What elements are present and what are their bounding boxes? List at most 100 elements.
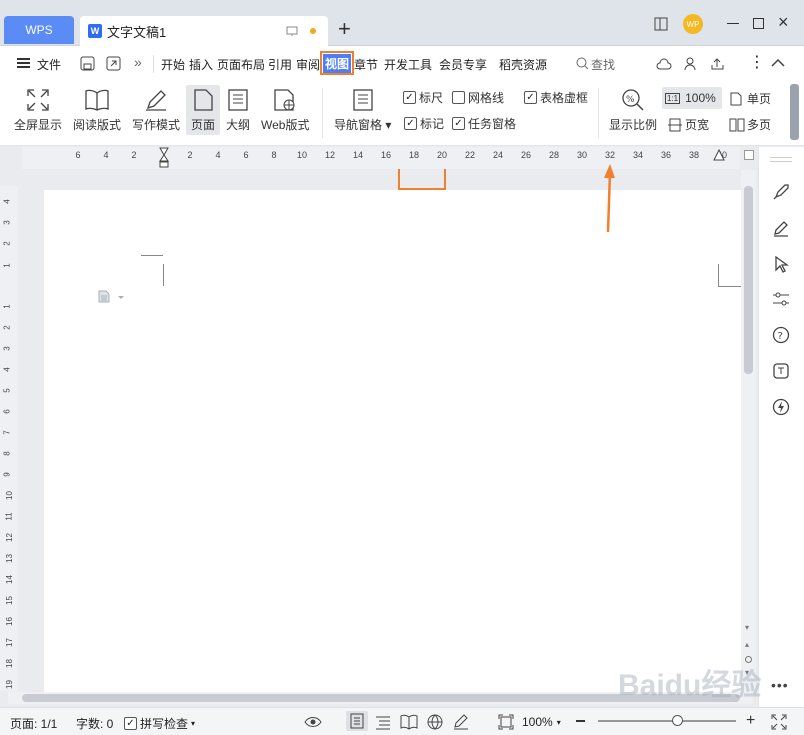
minimize-icon[interactable] [727,23,739,24]
close-icon[interactable]: × [778,12,789,33]
right-indent-marker[interactable] [712,148,726,169]
ribbon-scroll-handle[interactable] [790,84,799,140]
horizontal-ruler[interactable]: 642246810121416182022242628303234363840 [22,147,740,169]
multi-page-button[interactable]: 多页 [729,116,771,133]
zoom-ratio-button[interactable]: % 显示比例 [609,88,657,133]
translate-icon[interactable] [772,362,790,380]
markup-checkbox[interactable]: ✓ 标记 [404,115,444,132]
indent-marker[interactable] [159,147,169,169]
zoom-slider-track[interactable] [598,720,736,722]
document-tab[interactable]: W 文字文稿1 [80,16,328,46]
scroll-down-icon[interactable]: ▾ [745,623,749,632]
search-icon[interactable] [576,57,589,70]
page-count[interactable]: 页面: 1/1 [10,715,57,732]
writing-mode-button[interactable]: 写作模式 [132,88,180,133]
edit-pen-icon[interactable] [772,219,790,237]
menu-chapter[interactable]: 章节 [354,56,378,73]
fit-window-icon[interactable] [498,714,514,730]
page-width-button[interactable]: 页宽 [668,116,709,133]
page-view-button[interactable]: 页面 [186,85,220,135]
navigation-pane-button[interactable]: 导航窗格 ▾ [334,88,391,133]
zoom-dropdown[interactable]: 100% ▾ [522,715,561,729]
wps-tab-label: WPS [25,23,53,37]
panel-more-icon[interactable]: ••• [771,677,789,693]
share-user-icon[interactable] [684,57,699,71]
vertical-ruler-tick: 9 [2,472,12,477]
monitor-icon[interactable] [286,26,298,37]
pen-icon [146,90,166,111]
layout-icon[interactable] [654,17,668,31]
hamburger-icon[interactable] [17,58,30,68]
new-tab-plus-icon[interactable]: + [338,16,351,42]
menu-page-layout[interactable]: 页面布局 [217,56,265,73]
ruler-toggle-icon[interactable] [744,150,754,160]
single-page-button[interactable]: 单页 [729,90,771,107]
zoom-100-button[interactable]: 1:1 100% [662,87,722,109]
writing-view-pen-icon[interactable] [453,714,469,730]
menu-insert[interactable]: 插入 [189,56,213,73]
web-layout-button[interactable]: Web版式 [261,88,309,133]
vertical-ruler-tick: 12 [4,533,14,542]
avatar[interactable]: WP [683,14,703,34]
export-icon[interactable] [106,56,121,71]
ruler-checkbox[interactable]: ✓ 标尺 [403,89,443,106]
cursor-select-icon[interactable] [772,255,790,273]
vertical-ruler-tick: 2 [2,325,12,330]
table-gridlines-checkbox[interactable]: ✓ 表格虚框 [524,89,588,106]
menu-references[interactable]: 引用 [268,56,292,73]
ruler-checkbox-highlight [398,166,446,190]
paragraph-layout-icon[interactable] [98,290,126,304]
cloud-sync-icon[interactable] [656,57,672,71]
fullscreen-button[interactable]: 全屏显示 [14,88,62,133]
more-options-icon[interactable]: ⋮ [749,52,765,72]
vertical-ruler-tick: 8 [2,451,12,456]
ruler-tick: 14 [352,150,364,160]
collapse-ribbon-icon[interactable] [771,58,785,68]
share-icon[interactable] [710,57,725,71]
spell-check-toggle[interactable]: ✓ 拼写检查 ▾ [124,715,195,732]
prev-page-icon[interactable]: ▴ [745,640,749,649]
reading-view-icon[interactable] [400,714,418,730]
vertical-scroll-thumb[interactable] [744,186,753,374]
web-view-globe-icon[interactable] [427,714,443,730]
tab-view[interactable]: 视图 [320,51,354,75]
menu-file[interactable]: 文件 [37,56,61,73]
svg-text:%: % [626,95,635,105]
lightning-icon[interactable] [772,398,790,416]
wps-home-tab[interactable]: WPS [4,16,74,44]
document-page[interactable] [44,190,742,692]
zoom-in-icon[interactable]: + [746,713,755,729]
word-count[interactable]: 字数: 0 [76,715,113,732]
vertical-ruler-tick: 6 [2,409,12,414]
search-label[interactable]: 查找 [591,56,615,73]
gridlines-checkbox[interactable]: 网格线 [452,89,504,106]
rocket-icon[interactable] [772,183,790,201]
vertical-ruler-tick: 14 [4,575,14,584]
margin-corner-top-right-h [718,286,742,287]
outline-view-icon[interactable] [375,714,391,730]
menu-member[interactable]: 会员专享 [439,56,487,73]
ruler-tick: 32 [604,150,616,160]
zoom-slider-knob[interactable] [672,715,684,726]
outline-button[interactable]: 大纲 [226,88,250,133]
eye-protection-icon[interactable] [304,716,322,728]
vertical-ruler[interactable]: 4 3 2 1 1 2 3 4 5 6 7 8 9 10 11 12 13 14 15 16 17 18 19 [0,186,18,691]
menu-review[interactable]: 审阅 [296,56,320,73]
markup-check-box: ✓ [404,117,417,130]
help-icon[interactable]: ? [772,326,790,344]
task-pane-check-box: ✓ [452,117,465,130]
zoom-out-icon[interactable] [576,720,585,722]
adjust-sliders-icon[interactable] [772,290,790,308]
menu-docer[interactable]: 稻壳资源 [499,56,547,73]
task-pane-checkbox[interactable]: ✓ 任务窗格 [452,115,516,132]
maximize-icon[interactable] [753,18,764,29]
fullscreen-status-icon[interactable] [771,714,787,730]
reading-layout-button[interactable]: 阅读版式 [73,88,121,133]
ruler-tick: 24 [492,150,504,160]
more-chevron-icon[interactable]: » [134,54,142,70]
page-view-status-button[interactable] [346,711,368,731]
save-icon[interactable] [80,56,95,71]
menu-developer[interactable]: 开发工具 [384,56,432,73]
menu-home[interactable]: 开始 [161,56,185,73]
ruler-tick: 36 [660,150,672,160]
